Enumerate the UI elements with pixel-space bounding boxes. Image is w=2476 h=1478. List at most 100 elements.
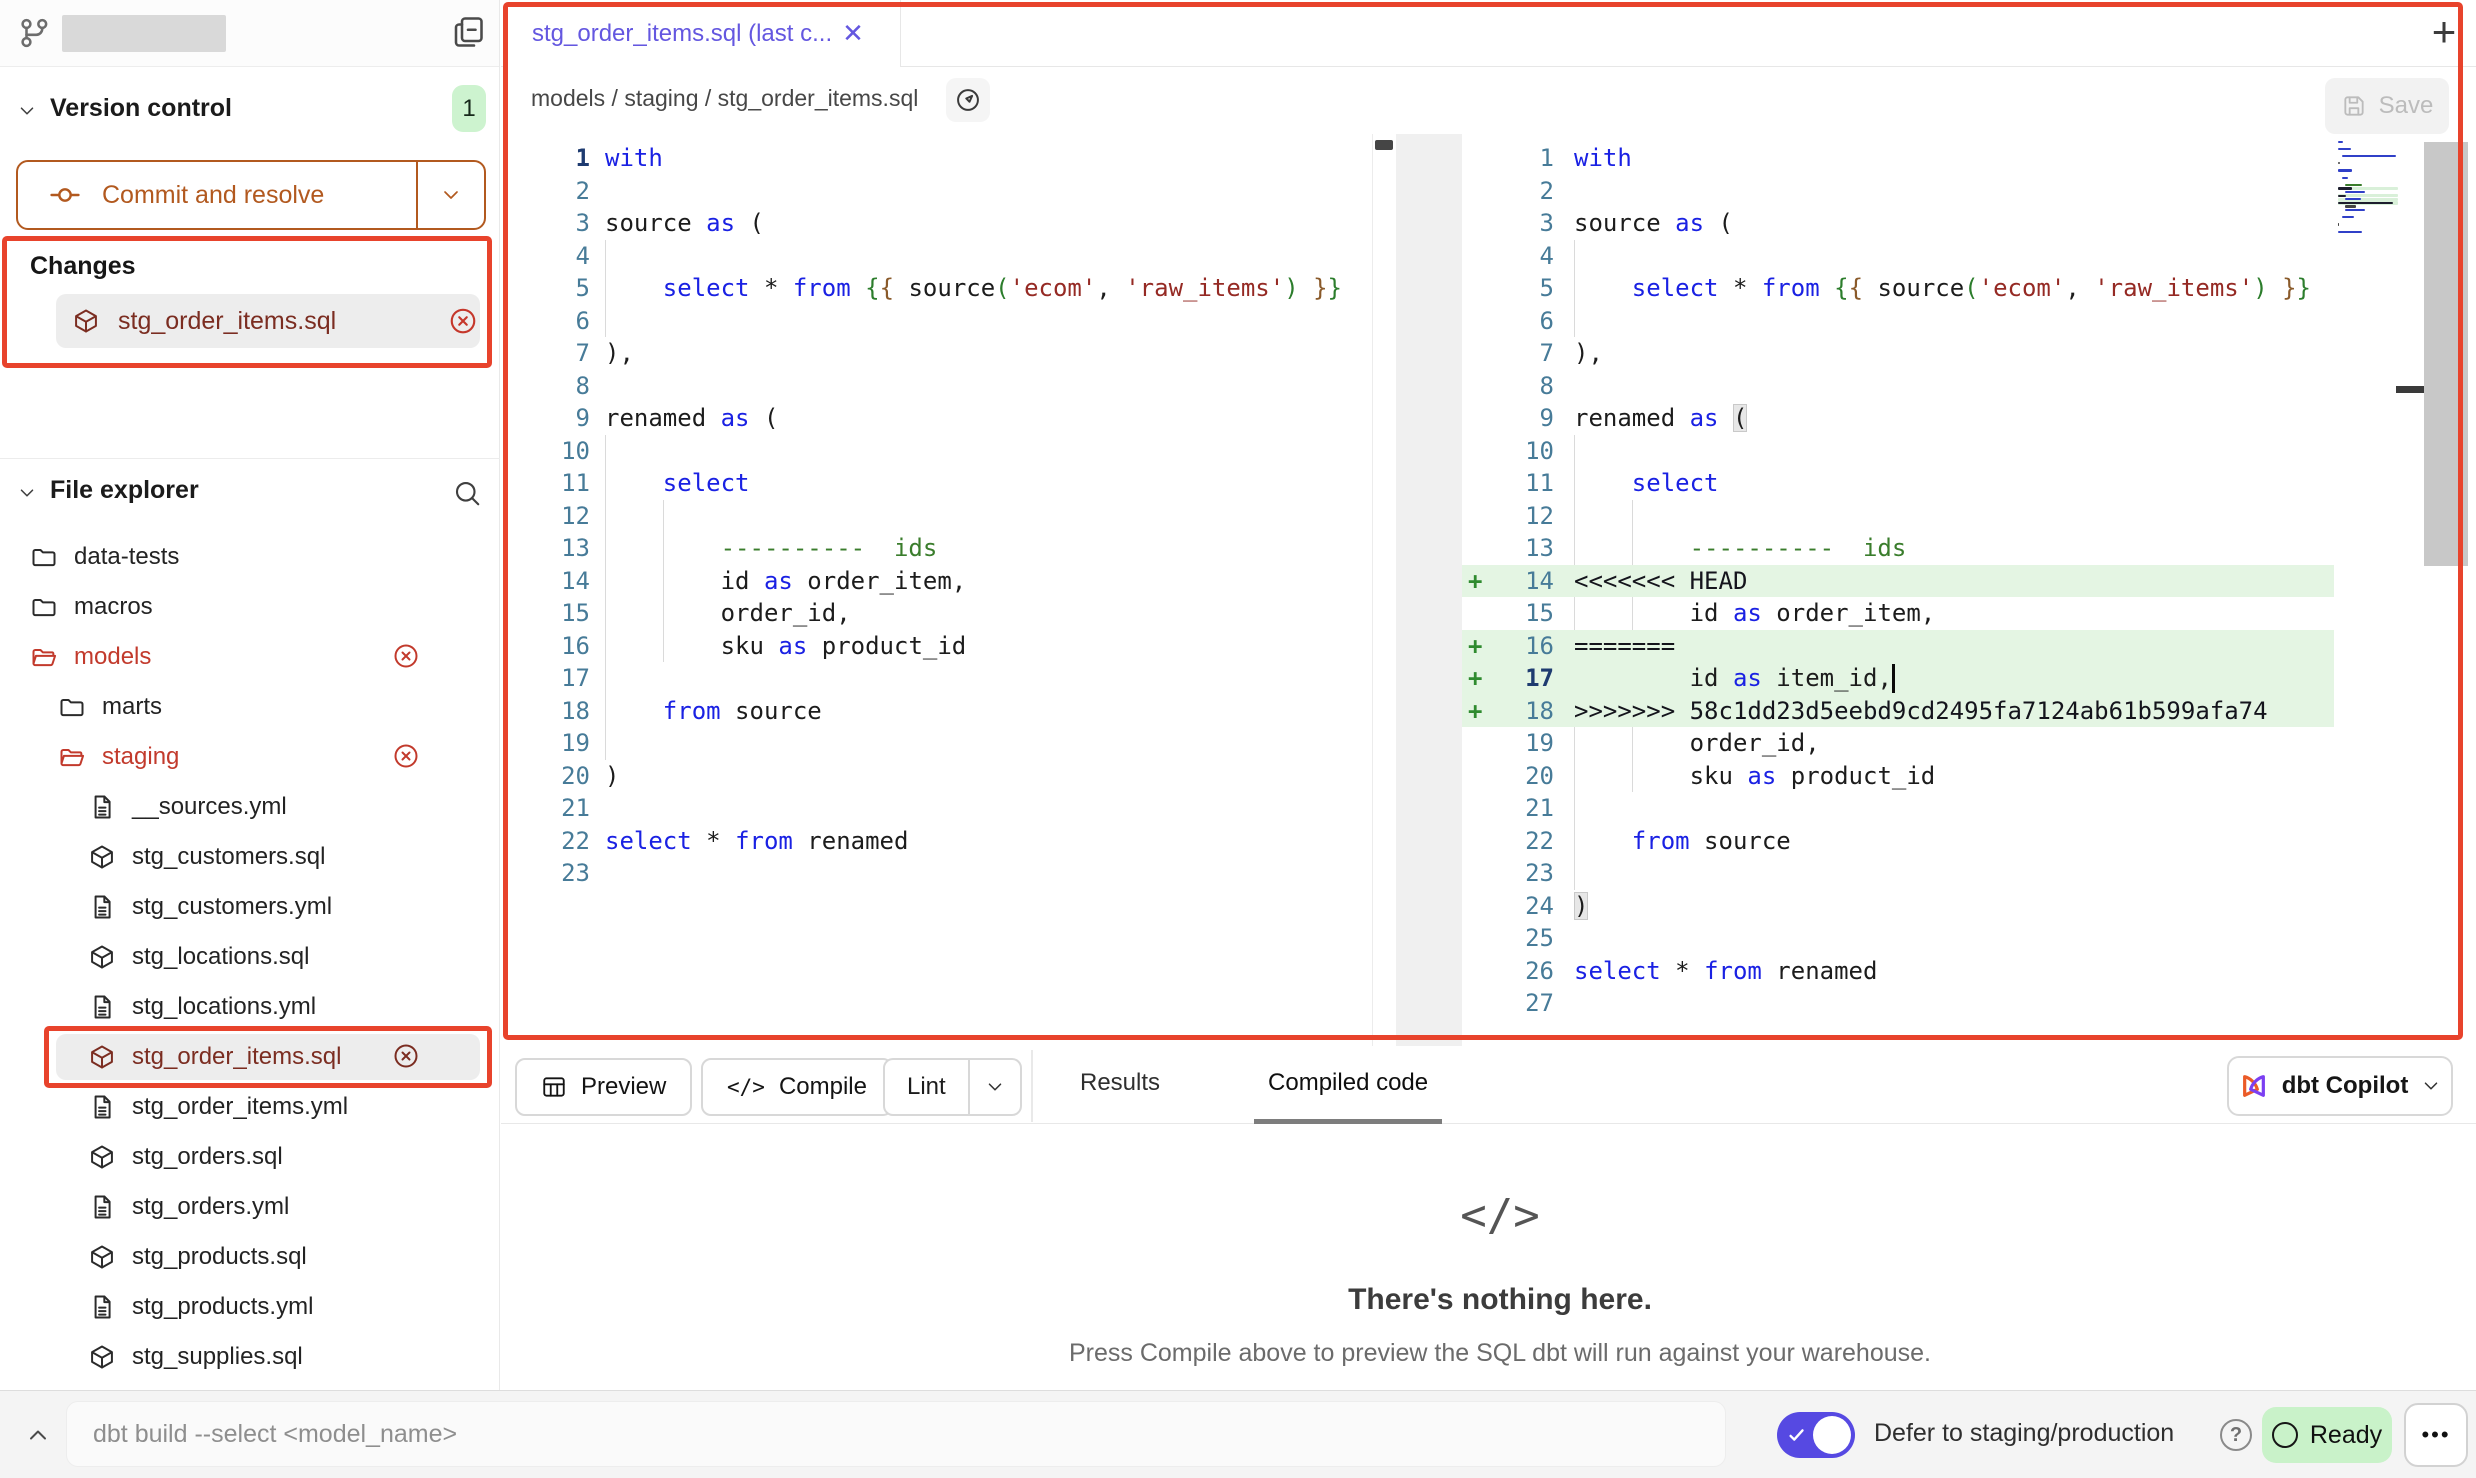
file-tree-item-macros[interactable]: macros xyxy=(0,582,500,632)
code-line-17[interactable]: 17 xyxy=(506,662,1372,695)
code-line-2[interactable]: 2 xyxy=(506,175,1372,208)
code-line-15[interactable]: 15 id as order_item, xyxy=(1462,597,2334,630)
command-input[interactable] xyxy=(66,1401,1726,1467)
dbt-copilot-button[interactable]: dbt Copilot xyxy=(2227,1056,2453,1116)
editor-pane-modified[interactable]: 1with23source as (45 select * from {{ so… xyxy=(1462,134,2334,1046)
code-line-10[interactable]: 10 xyxy=(506,435,1372,468)
file-tree-item-stg_customers.sql[interactable]: stg_customers.sql xyxy=(0,832,500,882)
lint-label[interactable]: Lint xyxy=(885,1060,968,1114)
file-tree-item-stg_order_items.yml[interactable]: stg_order_items.yml xyxy=(0,1082,500,1132)
code-line-13[interactable]: 13 ---------- ids xyxy=(506,532,1372,565)
code-line-16[interactable]: 16 sku as product_id xyxy=(506,630,1372,663)
code-line-14[interactable]: 14 id as order_item, xyxy=(506,565,1372,598)
code-line-20[interactable]: 20) xyxy=(506,760,1372,793)
code-line-13[interactable]: 13 ---------- ids xyxy=(1462,532,2334,565)
file-tree-item-stg_supplies.sql[interactable]: stg_supplies.sql xyxy=(0,1332,500,1382)
file-tree-item-staging[interactable]: staging xyxy=(0,732,500,782)
code-line-3[interactable]: 3source as ( xyxy=(1462,207,2334,240)
code-line-6[interactable]: 6 xyxy=(506,305,1372,338)
tab-stg-order-items[interactable]: stg_order_items.sql (last c... ✕ xyxy=(506,0,901,67)
lint-button[interactable]: Lint xyxy=(883,1058,1022,1116)
left-scrollbar-thumb[interactable] xyxy=(1375,140,1393,150)
discard-change-icon[interactable] xyxy=(448,306,478,336)
chevron-up-icon[interactable] xyxy=(24,1421,52,1449)
minimap[interactable] xyxy=(2338,140,2400,250)
code-line-19[interactable]: 19 order_id, xyxy=(1462,727,2334,760)
code-line-3[interactable]: 3source as ( xyxy=(506,207,1372,240)
chevron-down-icon[interactable] xyxy=(16,482,38,504)
editor-pane-original[interactable]: 1with23source as (45 select * from {{ so… xyxy=(506,134,1372,1046)
code-line-8[interactable]: 8 xyxy=(1462,370,2334,403)
code-line-14[interactable]: +14<<<<<<< HEAD xyxy=(1462,565,2334,598)
status-badge[interactable]: Ready xyxy=(2262,1407,2392,1463)
code-line-23[interactable]: 23 xyxy=(506,857,1372,890)
panel-tab-compiled-code[interactable]: Compiled code xyxy=(1254,1046,1442,1124)
right-scrollbar-thumb[interactable] xyxy=(2424,142,2468,566)
code-line-4[interactable]: 4 xyxy=(506,240,1372,273)
code-line-8[interactable]: 8 xyxy=(506,370,1372,403)
search-icon[interactable] xyxy=(452,478,482,508)
file-tree-item-stg_locations.sql[interactable]: stg_locations.sql xyxy=(0,932,500,982)
file-tree-item-marts[interactable]: marts xyxy=(0,682,500,732)
discard-change-icon[interactable] xyxy=(392,642,420,670)
code-line-17[interactable]: +17 id as item_id, xyxy=(1462,662,2334,695)
tab-close-icon[interactable]: ✕ xyxy=(842,18,864,49)
commit-and-resolve-button[interactable]: Commit and resolve xyxy=(16,160,486,230)
code-line-4[interactable]: 4 xyxy=(1462,240,2334,273)
file-tree-item-data-tests[interactable]: data-tests xyxy=(0,532,500,582)
code-line-18[interactable]: 18 from source xyxy=(506,695,1372,728)
file-tree-item-stg_customers.yml[interactable]: stg_customers.yml xyxy=(0,882,500,932)
changed-file-item[interactable]: stg_order_items.sql xyxy=(56,294,480,348)
defer-toggle[interactable] xyxy=(1777,1412,1855,1458)
code-line-26[interactable]: 26select * from renamed xyxy=(1462,955,2334,988)
discard-change-icon[interactable] xyxy=(392,742,420,770)
code-line-1[interactable]: 1with xyxy=(1462,142,2334,175)
commit-options-caret[interactable] xyxy=(416,162,484,228)
file-tree-item-stg_orders.sql[interactable]: stg_orders.sql xyxy=(0,1132,500,1182)
code-line-27[interactable]: 27 xyxy=(1462,987,2334,1020)
code-line-25[interactable]: 25 xyxy=(1462,922,2334,955)
code-line-21[interactable]: 21 xyxy=(1462,792,2334,825)
lint-options-caret[interactable] xyxy=(968,1060,1020,1114)
code-line-10[interactable]: 10 xyxy=(1462,435,2334,468)
file-tree-item-stg_order_items.sql[interactable]: stg_order_items.sql xyxy=(0,1032,500,1082)
panel-tab-results[interactable]: Results xyxy=(1066,1046,1174,1124)
preview-button[interactable]: Preview xyxy=(515,1058,692,1116)
code-line-12[interactable]: 12 xyxy=(1462,500,2334,533)
discard-change-icon[interactable] xyxy=(392,1042,420,1070)
copy-files-icon[interactable] xyxy=(450,14,486,50)
more-options-button[interactable]: ••• xyxy=(2404,1403,2468,1467)
code-line-9[interactable]: 9renamed as ( xyxy=(1462,402,2334,435)
code-line-2[interactable]: 2 xyxy=(1462,175,2334,208)
code-line-24[interactable]: 24) xyxy=(1462,890,2334,923)
new-tab-button[interactable]: + xyxy=(2420,8,2468,56)
code-line-11[interactable]: 11 select xyxy=(506,467,1372,500)
code-line-6[interactable]: 6 xyxy=(1462,305,2334,338)
code-line-22[interactable]: 22select * from renamed xyxy=(506,825,1372,858)
chevron-down-icon[interactable] xyxy=(16,100,38,122)
file-explorer-header[interactable]: File explorer xyxy=(0,470,499,516)
pane-divider[interactable] xyxy=(1396,134,1462,1046)
file-tree-item-stg_orders.yml[interactable]: stg_orders.yml xyxy=(0,1182,500,1232)
code-line-15[interactable]: 15 order_id, xyxy=(506,597,1372,630)
help-icon[interactable]: ? xyxy=(2220,1419,2252,1451)
code-line-19[interactable]: 19 xyxy=(506,727,1372,760)
left-scrollbar-track[interactable] xyxy=(1372,134,1396,1046)
file-tree-item-stg_locations.yml[interactable]: stg_locations.yml xyxy=(0,982,500,1032)
code-line-21[interactable]: 21 xyxy=(506,792,1372,825)
save-button[interactable]: Save xyxy=(2325,78,2449,134)
code-line-11[interactable]: 11 select xyxy=(1462,467,2334,500)
code-line-1[interactable]: 1with xyxy=(506,142,1372,175)
version-control-header[interactable]: Version control xyxy=(0,88,499,134)
code-line-12[interactable]: 12 xyxy=(506,500,1372,533)
code-line-18[interactable]: +18>>>>>>> 58c1dd23d5eebd9cd2495fa7124ab… xyxy=(1462,695,2334,728)
file-tree-item-__sources.yml[interactable]: __sources.yml xyxy=(0,782,500,832)
compile-button[interactable]: </> Compile xyxy=(701,1058,893,1116)
code-line-22[interactable]: 22 from source xyxy=(1462,825,2334,858)
code-line-23[interactable]: 23 xyxy=(1462,857,2334,890)
code-line-20[interactable]: 20 sku as product_id xyxy=(1462,760,2334,793)
file-tree-item-stg_products.sql[interactable]: stg_products.sql xyxy=(0,1232,500,1282)
code-line-9[interactable]: 9renamed as ( xyxy=(506,402,1372,435)
file-tree-item-models[interactable]: models xyxy=(0,632,500,682)
commit-and-resolve-main[interactable]: Commit and resolve xyxy=(18,162,416,228)
